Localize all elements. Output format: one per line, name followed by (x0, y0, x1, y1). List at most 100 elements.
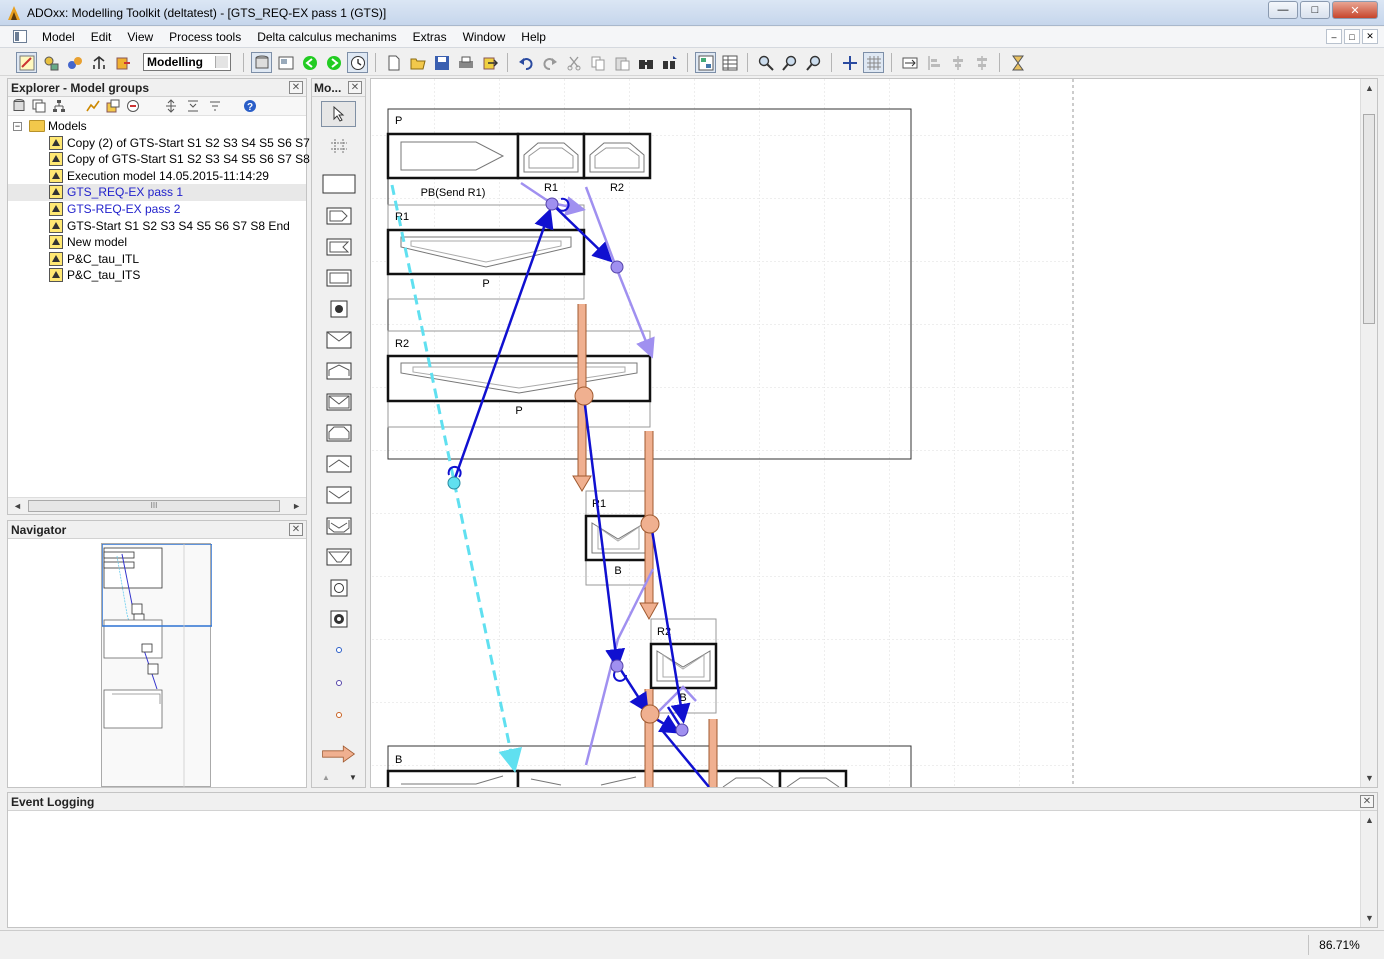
distribute-vertical-icon[interactable] (947, 52, 968, 73)
connection-point-2[interactable] (610, 260, 624, 274)
transition-arrow-tool-icon[interactable] (321, 743, 356, 765)
connection-point-8[interactable] (675, 723, 689, 737)
palette-close-button[interactable]: ✕ (348, 81, 362, 94)
message-tool-icon[interactable] (321, 329, 356, 351)
menu-extras[interactable]: Extras (405, 30, 455, 44)
connection-point-4[interactable] (447, 476, 461, 490)
tree-item-model[interactable]: Copy (2) of GTS-Start S1 S2 S3 S4 S5 S6 … (8, 135, 339, 152)
paste-icon[interactable] (611, 52, 632, 73)
subject-tool-icon[interactable] (321, 173, 356, 195)
zoom-level[interactable]: 86.71% (1308, 935, 1370, 955)
model-group-icon[interactable] (104, 97, 122, 115)
log-scroll-down-icon[interactable]: ▼ (1365, 913, 1374, 923)
forward-icon[interactable] (323, 52, 344, 73)
print-icon[interactable] (455, 52, 476, 73)
tree-root-models[interactable]: − Models (8, 118, 306, 135)
scroll-up-icon[interactable]: ▲ (1365, 83, 1374, 93)
log-scroll-up-icon[interactable]: ▲ (1365, 815, 1374, 825)
menu-help[interactable]: Help (513, 30, 554, 44)
end-state-tool-icon[interactable] (321, 577, 356, 599)
hierarchy-icon[interactable] (50, 97, 68, 115)
connector-tool-icon[interactable] (321, 135, 356, 157)
tree-item-model[interactable]: P&C_tau_ITL (8, 251, 306, 268)
tree-item-model[interactable]: P&C_tau_ITS (8, 267, 306, 284)
palette-scroll-up-icon[interactable]: ▲ (322, 773, 330, 782)
restore-button[interactable]: □ (1300, 1, 1330, 19)
explorer-close-button[interactable]: ✕ (289, 81, 303, 94)
collapse-all-icon[interactable] (184, 97, 202, 115)
zoom-out-icon[interactable] (803, 52, 824, 73)
tree-item-model[interactable]: GTS-REQ-EX pass 2 (8, 201, 306, 218)
navigator-icon[interactable] (275, 52, 296, 73)
scroll-left-icon[interactable]: ◄ (13, 501, 22, 511)
event-log-close-button[interactable]: ✕ (1360, 795, 1374, 808)
purple-point-tool-icon[interactable] (321, 672, 356, 694)
replace-icon[interactable] (659, 52, 680, 73)
palette-scroll-down-icon[interactable]: ▼ (349, 773, 357, 782)
blue-point-tool-icon[interactable] (321, 639, 356, 661)
message-down-tool-icon[interactable] (321, 391, 356, 413)
minimize-button[interactable]: — (1268, 1, 1298, 19)
active-state-tool-icon[interactable] (321, 608, 356, 630)
explorer-horizontal-scrollbar[interactable]: ◄ III ► (8, 497, 306, 514)
grid-icon[interactable] (863, 52, 884, 73)
center-icon[interactable] (971, 52, 992, 73)
navigator-close-button[interactable]: ✕ (289, 523, 303, 536)
close-button[interactable]: ✕ (1332, 1, 1378, 19)
tree-item-model[interactable]: GTS_REQ-EX pass 1 (8, 184, 306, 201)
mdi-close-button[interactable]: ✕ (1362, 29, 1378, 44)
table-view-icon[interactable] (719, 52, 740, 73)
save-icon[interactable] (431, 52, 452, 73)
menu-model[interactable]: Model (34, 30, 83, 44)
crosshair-icon[interactable] (839, 52, 860, 73)
attribute-icon[interactable] (124, 97, 142, 115)
back-icon[interactable] (299, 52, 320, 73)
menu-window[interactable]: Window (455, 30, 514, 44)
tree-item-model[interactable]: GTS-Start S1 S2 S3 S4 S5 S6 S7 S8 End (8, 218, 306, 235)
connection-point-5[interactable] (640, 514, 660, 534)
mode-select[interactable]: Modelling (143, 53, 231, 71)
canvas-scroll-thumb[interactable] (1363, 114, 1375, 324)
connection-point-1[interactable] (545, 197, 559, 211)
document-window-icon[interactable] (13, 30, 27, 43)
menu-edit[interactable]: Edit (83, 30, 120, 44)
diagram-drawing[interactable]: P PB(Send R1) R1 R2 R1 P R2 P R1 B R2 B … (371, 79, 1361, 787)
connection-point-3[interactable] (574, 386, 594, 406)
zoom-in-icon[interactable] (779, 52, 800, 73)
copy-icon[interactable] (587, 52, 608, 73)
database-icon[interactable] (10, 97, 28, 115)
distribute-horizontal-icon[interactable] (923, 52, 944, 73)
receive-state-tool-icon[interactable] (321, 236, 356, 258)
mdi-minimize-button[interactable]: – (1326, 29, 1342, 44)
menu-process-tools[interactable]: Process tools (161, 30, 249, 44)
collapse-toggle-icon[interactable]: − (13, 122, 22, 131)
pentagon-down-tool-icon[interactable] (321, 515, 356, 537)
chevron-down-tool-icon[interactable] (321, 484, 356, 506)
undo-icon[interactable] (515, 52, 536, 73)
cut-icon[interactable] (563, 52, 584, 73)
connection-point-6[interactable] (610, 659, 624, 673)
pointer-tool-icon[interactable] (321, 101, 356, 127)
align-icon[interactable] (899, 52, 920, 73)
start-state-tool-icon[interactable] (321, 298, 356, 320)
clock-icon[interactable] (347, 52, 368, 73)
orange-point-tool-icon[interactable] (321, 704, 356, 726)
model-canvas[interactable]: P PB(Send R1) R1 R2 R1 P R2 P R1 B R2 B … (370, 78, 1378, 788)
tree-item-model[interactable]: Execution model 14.05.2015-11:14:29 (8, 168, 306, 185)
scroll-right-icon[interactable]: ► (292, 501, 301, 511)
connection-point-7[interactable] (640, 704, 660, 724)
import-export-icon[interactable] (112, 52, 133, 73)
funnel-tool-icon[interactable] (321, 546, 356, 568)
scroll-thumb[interactable]: III (28, 500, 280, 512)
menu-delta-calculus-mechanims[interactable]: Delta calculus mechanims (249, 30, 404, 44)
chart-icon[interactable] (84, 97, 102, 115)
chevron-up-tool-icon[interactable] (321, 453, 356, 475)
expand-all-icon[interactable] (162, 97, 180, 115)
navigator-thumbnail[interactable] (101, 543, 213, 788)
scroll-down-icon[interactable]: ▼ (1365, 773, 1374, 783)
zoom-icon[interactable] (755, 52, 776, 73)
mdi-restore-button[interactable]: □ (1344, 29, 1360, 44)
function-state-tool-icon[interactable] (321, 267, 356, 289)
list-view-icon[interactable] (30, 97, 48, 115)
navigator-overview[interactable] (101, 543, 213, 788)
